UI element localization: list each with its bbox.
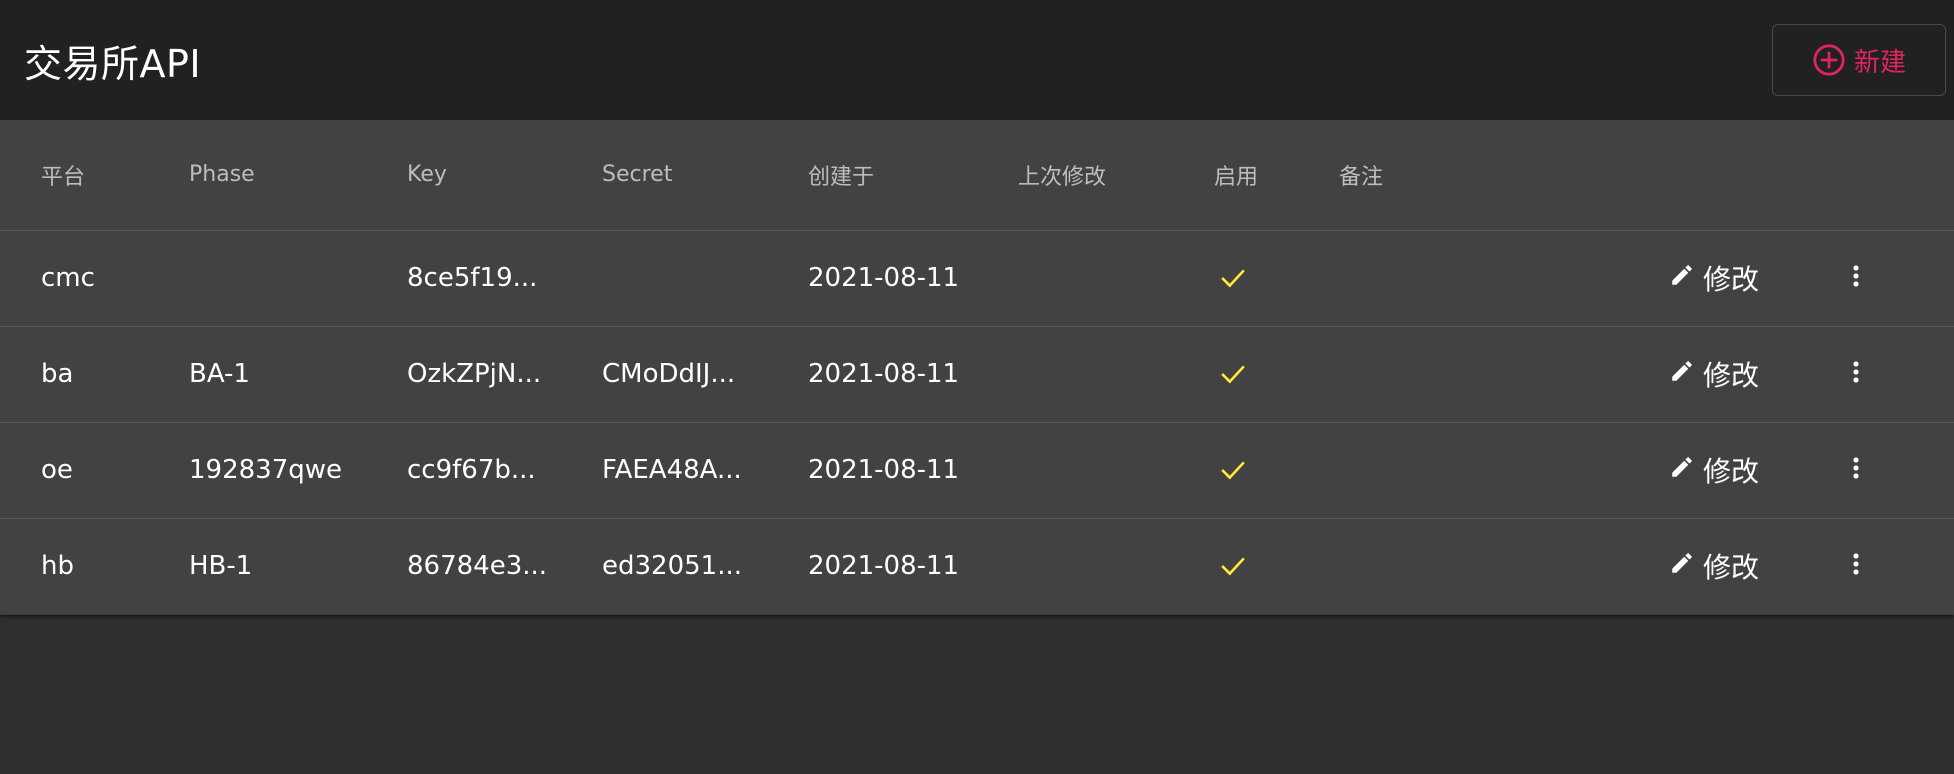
column-header-created[interactable]: 创建于 [808,120,1018,231]
top-app-bar: 交易所API 新建 [0,0,1954,120]
edit-button-label: 修改 [1703,359,1760,392]
cell-edit: 修改 [1669,230,1844,326]
cell-secret [602,230,808,326]
pencil-icon [1669,550,1695,583]
more-options-button[interactable] [1844,549,1868,581]
more-vertical-icon [1852,264,1860,291]
edit-button-label: 修改 [1703,263,1760,296]
cell-edit: 修改 [1669,518,1844,614]
cell-note [1339,422,1669,518]
check-icon [1220,555,1339,577]
table-row: ba BA-1 OzkZPjN... CMoDdIJ... 2021-08-11 [0,326,1954,422]
cell-secret: ed32051... [602,551,743,581]
cell-created: 2021-08-11 [808,551,960,581]
cell-key: 86784e3... [407,551,548,581]
cell-phase [189,230,407,326]
cell-created: 2021-08-11 [808,263,960,293]
api-table-container: 平台 Phase Key Secret 创建于 上次修改 启用 备注 cmc 8… [0,120,1954,615]
cell-secret: CMoDdIJ... [602,359,736,389]
cell-platform: oe [41,455,73,485]
cell-modified [1018,422,1214,518]
cell-more [1844,326,1954,422]
cell-note [1339,518,1669,614]
table-row: oe 192837qwe cc9f67b... FAEA48A... 2021-… [0,422,1954,518]
column-header-key[interactable]: Key [407,120,602,231]
cell-edit: 修改 [1669,422,1844,518]
cell-platform: cmc [41,263,95,293]
cell-platform: ba [41,359,74,389]
pencil-icon [1669,454,1695,487]
edit-button[interactable]: 修改 [1669,450,1759,490]
page-title: 交易所API [24,41,202,86]
cell-modified [1018,518,1214,614]
check-icon [1220,459,1339,481]
cell-enabled [1214,230,1339,326]
cell-more [1844,230,1954,326]
plus-circle-icon [1812,43,1846,77]
cell-more [1844,518,1954,614]
column-header-platform[interactable]: 平台 [0,120,189,231]
more-vertical-icon [1852,456,1860,483]
cell-key: cc9f67b... [407,455,536,485]
table-row: cmc 8ce5f19... 2021-08-11 修改 [0,230,1954,326]
pencil-icon [1669,358,1695,391]
column-header-actions [1669,120,1844,231]
cell-platform: hb [41,551,74,581]
cell-phase: BA-1 [189,359,250,389]
app-root: 交易所API 新建 平台 Phase Key Secret 创建于 上次修改 启… [0,0,1954,774]
cell-enabled [1214,326,1339,422]
check-icon [1220,267,1339,289]
api-table: 平台 Phase Key Secret 创建于 上次修改 启用 备注 cmc 8… [0,120,1954,615]
cell-phase: 192837qwe [189,455,343,485]
edit-button-label: 修改 [1703,455,1760,488]
more-vertical-icon [1852,360,1860,387]
column-header-modified[interactable]: 上次修改 [1018,120,1214,231]
cell-note [1339,326,1669,422]
check-icon [1220,363,1339,385]
cell-phase: HB-1 [189,551,253,581]
cell-enabled [1214,518,1339,614]
cell-key: OzkZPjN... [407,359,542,389]
cell-edit: 修改 [1669,326,1844,422]
column-header-enabled[interactable]: 启用 [1214,120,1339,231]
cell-created: 2021-08-11 [808,455,960,485]
column-header-more [1844,120,1954,231]
edit-button-label: 修改 [1703,551,1760,584]
cell-created: 2021-08-11 [808,359,960,389]
pencil-icon [1669,262,1695,295]
cell-modified [1018,230,1214,326]
cell-enabled [1214,422,1339,518]
new-button[interactable]: 新建 [1772,24,1946,96]
more-options-button[interactable] [1844,261,1868,293]
edit-button[interactable]: 修改 [1669,354,1759,394]
edit-button[interactable]: 修改 [1669,546,1759,586]
column-header-phase[interactable]: Phase [189,120,407,231]
cell-modified [1018,326,1214,422]
table-header-row: 平台 Phase Key Secret 创建于 上次修改 启用 备注 [0,120,1954,231]
cell-key: 8ce5f19... [407,263,538,293]
column-header-secret[interactable]: Secret [602,120,808,231]
more-vertical-icon [1852,552,1860,579]
cell-more [1844,422,1954,518]
cell-secret: FAEA48A... [602,455,742,485]
cell-note [1339,230,1669,326]
table-row: hb HB-1 86784e3... ed32051... 2021-08-11 [0,518,1954,614]
edit-button[interactable]: 修改 [1669,258,1759,298]
more-options-button[interactable] [1844,453,1868,485]
column-header-note[interactable]: 备注 [1339,120,1669,231]
new-button-label: 新建 [1853,46,1906,77]
more-options-button[interactable] [1844,357,1868,389]
